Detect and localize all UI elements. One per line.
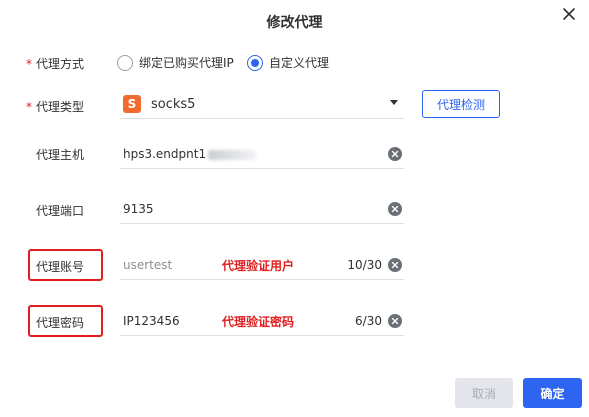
password-value: IP123456 bbox=[123, 314, 180, 328]
account-annotation: 代理验证用户 bbox=[222, 259, 295, 273]
radio-circle-selected bbox=[247, 54, 263, 71]
required-mark: * bbox=[26, 100, 32, 114]
type-label-group: * 代理类型 bbox=[26, 98, 84, 115]
confirm-button[interactable]: 确定 bbox=[523, 378, 582, 408]
method-label-group: * 代理方式 bbox=[26, 55, 84, 72]
method-label: 代理方式 bbox=[36, 57, 85, 71]
dialog-title: 修改代理 bbox=[266, 15, 323, 31]
radio-circle bbox=[117, 54, 133, 71]
host-input[interactable]: hps3.endpnt1 bbox=[120, 140, 404, 169]
port-value: 9135 bbox=[123, 202, 154, 216]
required-mark: * bbox=[26, 57, 32, 71]
host-label: 代理主机 bbox=[36, 148, 85, 162]
socks-logo-icon: S bbox=[123, 95, 141, 113]
cancel-button[interactable]: 取消 bbox=[455, 378, 513, 408]
type-label: 代理类型 bbox=[36, 100, 85, 114]
password-char-counter: 6/30 bbox=[355, 314, 382, 328]
edit-proxy-dialog: 修改代理 * 代理方式 绑定已购买代理IP 自定义代理 * 代理类型 S socks… bbox=[0, 0, 589, 417]
port-label: 代理端口 bbox=[36, 204, 85, 218]
radio-label-custom-proxy: 自定义代理 bbox=[269, 56, 330, 70]
clear-icon[interactable] bbox=[388, 314, 402, 328]
close-icon[interactable] bbox=[561, 6, 577, 22]
proxy-check-button[interactable]: 代理检测 bbox=[422, 90, 500, 118]
proxy-type-value: socks5 bbox=[151, 96, 196, 112]
password-annotation: 代理验证密码 bbox=[222, 315, 295, 329]
password-label: 代理密码 bbox=[36, 316, 85, 330]
account-input[interactable]: usertest 代理验证用户 10/30 bbox=[120, 251, 404, 280]
radio-custom-proxy[interactable]: 自定义代理 bbox=[247, 54, 329, 71]
clear-icon[interactable] bbox=[388, 202, 402, 216]
host-value: hps3.endpnt1 bbox=[123, 147, 257, 161]
account-placeholder: usertest bbox=[123, 258, 173, 272]
account-char-counter: 10/30 bbox=[347, 258, 382, 272]
clear-icon[interactable] bbox=[388, 147, 402, 161]
host-value-text: hps3.endpnt1 bbox=[123, 147, 207, 161]
radio-label-bind-purchased-ip: 绑定已购买代理IP bbox=[139, 56, 234, 70]
redacted-blur bbox=[208, 149, 257, 160]
proxy-type-select[interactable]: S socks5 bbox=[120, 90, 404, 119]
password-input[interactable]: IP123456 代理验证密码 6/30 bbox=[120, 307, 404, 336]
port-input[interactable]: 9135 bbox=[120, 195, 404, 224]
radio-bind-purchased-ip[interactable]: 绑定已购买代理IP bbox=[117, 54, 234, 71]
clear-icon[interactable] bbox=[388, 258, 402, 272]
caret-down-icon bbox=[390, 100, 398, 105]
account-label: 代理账号 bbox=[36, 260, 85, 274]
